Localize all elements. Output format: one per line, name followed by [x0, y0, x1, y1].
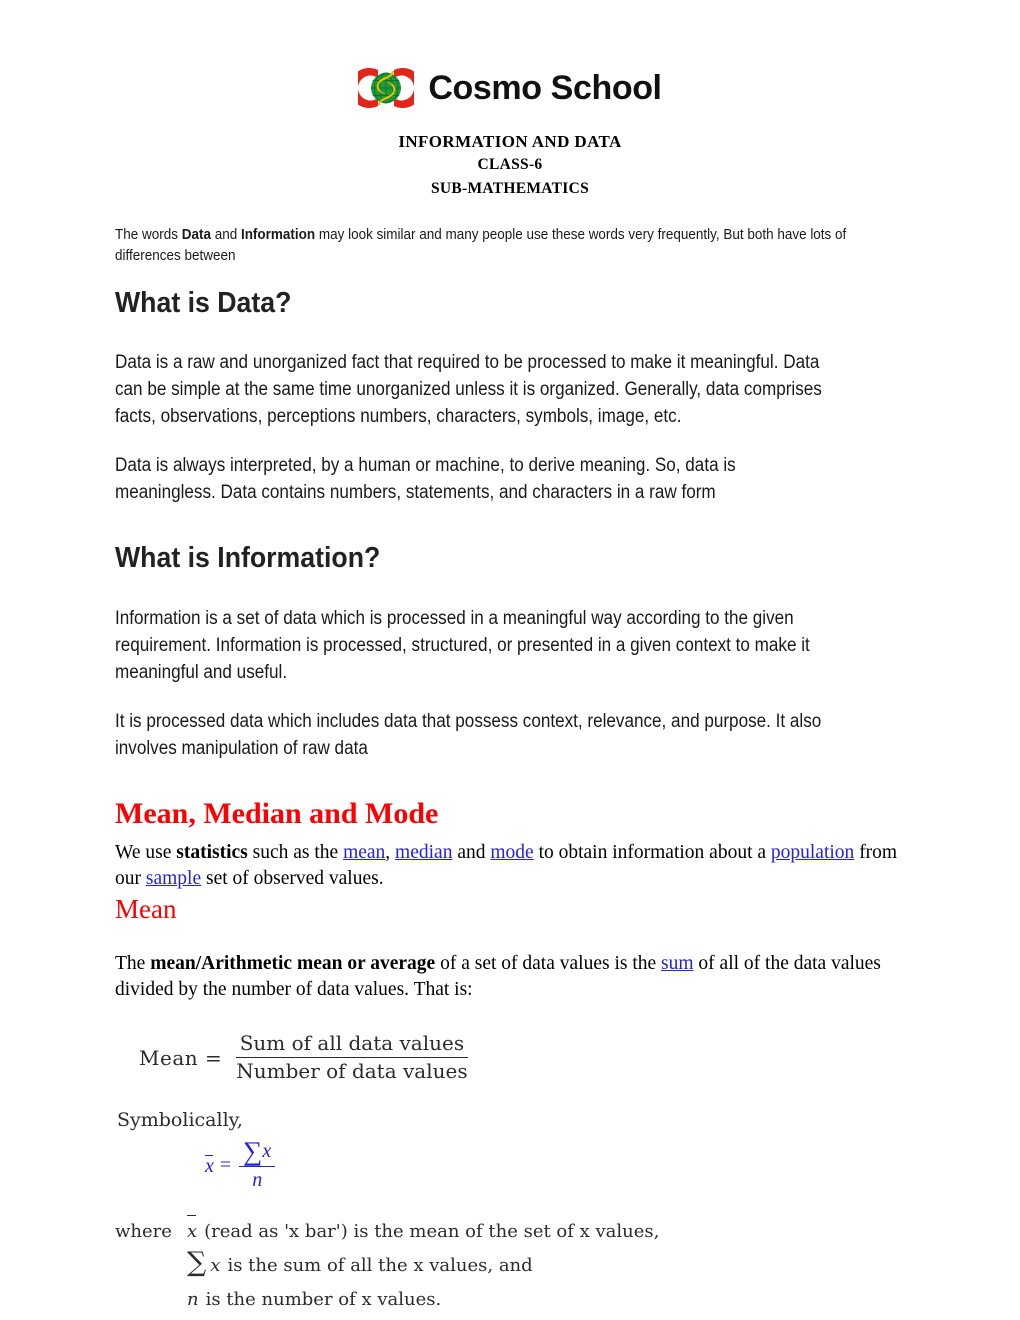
cosmo-school-globe-logo-icon: [358, 68, 415, 108]
link-mean[interactable]: mean: [343, 842, 385, 863]
title-line-2: CLASS-6: [477, 156, 543, 174]
mean-definition-paragraph: The mean/Arithmetic mean or average of a…: [115, 951, 905, 1002]
intro-bold-data: Data: [181, 227, 211, 244]
where-n-symbol: n: [187, 1289, 199, 1311]
stats-text-4: and: [452, 841, 491, 863]
mean-text-2: of a set of data values is the: [435, 952, 662, 974]
heading-mean: Mean: [115, 894, 177, 925]
symbolic-fraction: ∑x n: [239, 1136, 276, 1191]
intro-paragraph: The words Data and Information may look …: [115, 225, 850, 267]
link-sum[interactable]: sum: [661, 953, 694, 974]
link-median[interactable]: median: [395, 842, 452, 863]
mean-formula-denominator: Number of data values: [236, 1059, 468, 1084]
mean-word-formula: Mean = Sum of all data values Number of …: [139, 1032, 905, 1083]
heading-what-is-data: What is Data?: [115, 286, 292, 319]
data-paragraph-1: Data is a raw and unorganized fact that …: [115, 352, 822, 428]
document-page: Cosmo School INFORMATION AND DATA CLASS-…: [0, 0, 1020, 1320]
mean-symbolic-formula: x = ∑x n: [205, 1136, 905, 1191]
mean-bold-term: mean/Arithmetic mean or average: [150, 952, 436, 974]
mean-text-1: The: [115, 952, 151, 974]
where-line-3-text: is the number of x values.: [205, 1289, 442, 1311]
information-paragraph-2: It is processed data which includes data…: [115, 710, 822, 759]
intro-text-1: The words: [115, 227, 182, 244]
heading-mean-median-mode: Mean, Median and Mode: [115, 796, 439, 830]
mean-formula-numerator: Sum of all data values: [235, 1032, 469, 1059]
where-explanation-block: where x (read as 'x bar') is the mean of…: [115, 1214, 905, 1318]
where-line-2: ∑ x is the sum of all the x values, and: [115, 1249, 905, 1283]
where-x-bar-symbol: x: [187, 1214, 197, 1249]
stats-text-3: ,: [385, 841, 396, 863]
intro-text-2: and: [210, 227, 241, 244]
heading-what-is-information: What is Information?: [115, 542, 381, 575]
intro-bold-information: Information: [240, 227, 316, 244]
numerator-variable: x: [262, 1140, 272, 1163]
where-line-3: n is the number of x values.: [115, 1283, 905, 1317]
where-line-1-text: (read as 'x bar') is the mean of the set…: [204, 1220, 660, 1242]
document-body: The words Data and Information may look …: [115, 225, 905, 1317]
mean-formula-lhs: Mean =: [139, 1045, 223, 1070]
x-bar-symbol: x: [205, 1154, 214, 1177]
where-x-symbol-2: x: [210, 1254, 221, 1276]
title-line-3: SUB-MATHEMATICS: [430, 180, 590, 198]
information-paragraph-1: Information is a set of data which is pr…: [115, 607, 810, 683]
where-sigma-symbol: ∑: [187, 1246, 207, 1278]
stats-bold-statistics: statistics: [176, 841, 248, 863]
symbolic-numerator: ∑x: [239, 1136, 276, 1167]
school-wordmark: Cosmo School: [428, 69, 662, 107]
statistics-intro-paragraph: We use statistics such as the mean, medi…: [115, 840, 905, 891]
symbolically-label: Symbolically,: [117, 1109, 243, 1132]
where-line-2-text: is the sum of all the x values, and: [227, 1254, 533, 1276]
data-paragraph-2: Data is always interpreted, by a human o…: [115, 455, 736, 504]
document-titles: INFORMATION AND DATA CLASS-6 SUB-MATHEMA…: [0, 131, 1020, 201]
mean-formula-fraction: Sum of all data values Number of data va…: [232, 1032, 471, 1083]
where-label: where: [115, 1220, 172, 1242]
symbolic-denominator: n: [252, 1168, 263, 1191]
stats-text-2: such as the: [247, 841, 344, 863]
stats-text-1: We use: [115, 841, 177, 863]
equals-sign: =: [219, 1154, 232, 1177]
link-sample[interactable]: sample: [146, 868, 201, 889]
school-logo-header: Cosmo School: [0, 0, 1020, 114]
stats-text-5: to obtain information about a: [533, 841, 771, 863]
sigma-symbol: ∑: [243, 1136, 263, 1167]
stats-text-7: set of observed values.: [201, 867, 384, 889]
link-mode[interactable]: mode: [490, 842, 533, 863]
title-line-1: INFORMATION AND DATA: [398, 132, 622, 151]
where-line-1: where x (read as 'x bar') is the mean of…: [115, 1214, 905, 1249]
link-population[interactable]: population: [771, 842, 854, 863]
